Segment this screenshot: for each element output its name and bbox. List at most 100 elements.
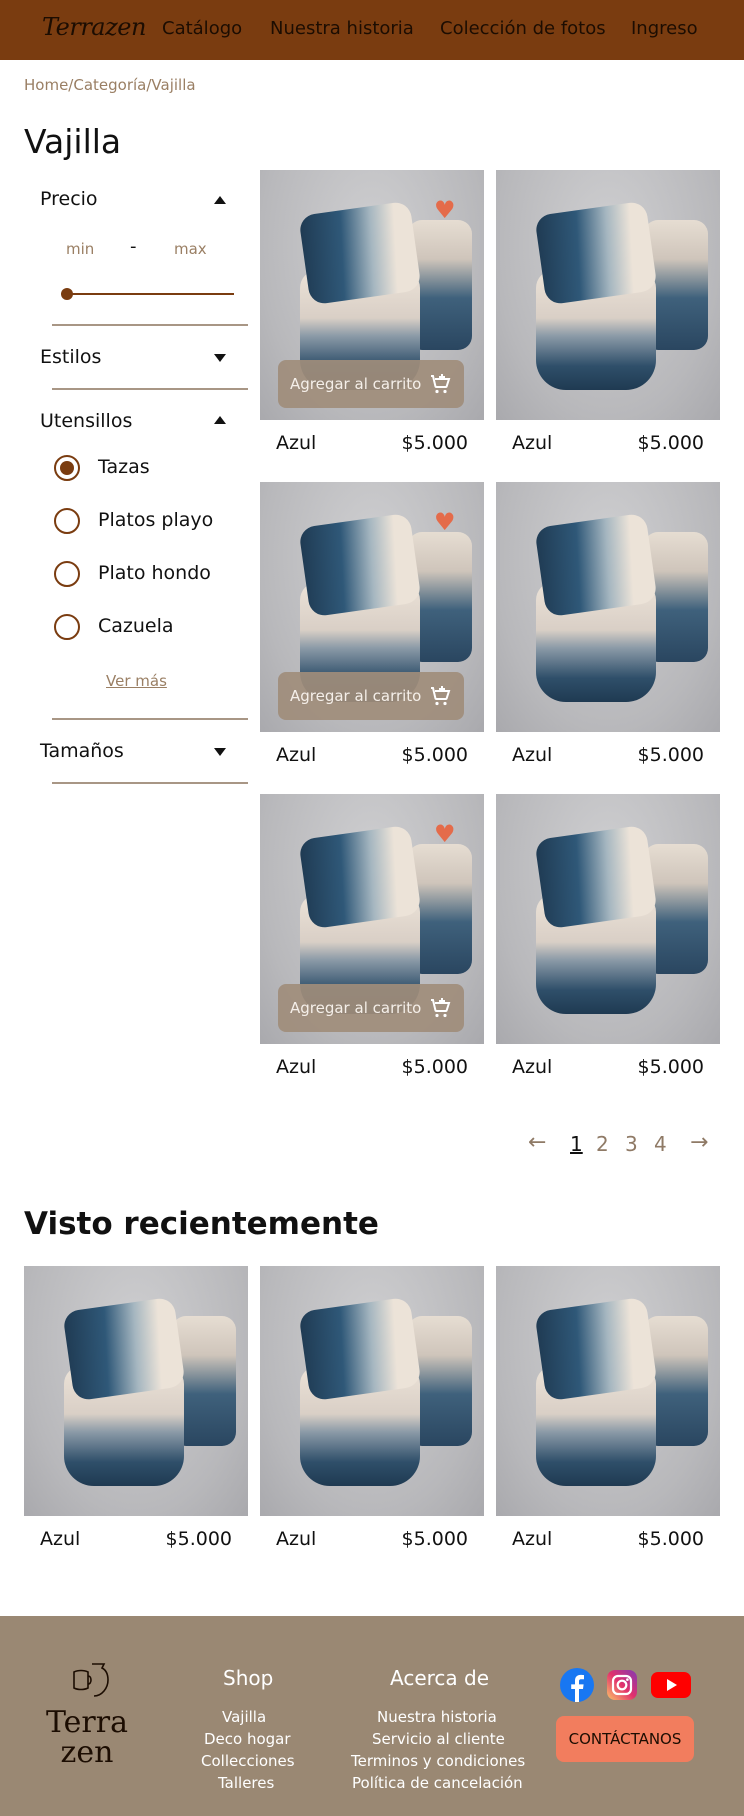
radio-platos-playo[interactable] (54, 508, 80, 534)
add-to-cart-label: Agregar al carrito (290, 375, 422, 393)
footer-link-cancelacion[interactable]: Política de cancelación (352, 1774, 523, 1792)
add-to-cart-button[interactable]: Agregar al carrito (278, 984, 464, 1032)
product-name: Azul (512, 432, 553, 454)
product-image[interactable] (496, 1266, 720, 1516)
favorite-heart-icon[interactable]: ♥ (434, 822, 456, 846)
brand-logo[interactable]: Terrazen (42, 13, 146, 41)
radio-label-platos-playo[interactable]: Platos playo (98, 509, 213, 531)
filter-sizes-header[interactable]: Tamaños (40, 740, 124, 762)
footer-link-vajilla[interactable]: Vajilla (222, 1708, 266, 1726)
filter-styles-header[interactable]: Estilos (40, 346, 101, 368)
page-link-2[interactable]: 2 (596, 1132, 609, 1156)
price-max-input[interactable]: max (174, 240, 207, 258)
add-to-cart-button[interactable]: Agregar al carrito (278, 360, 464, 408)
product-name: Azul (40, 1528, 81, 1550)
footer-link-terminos[interactable]: Terminos y condiciones (351, 1752, 525, 1770)
divider (52, 388, 248, 390)
radio-label-cazuela[interactable]: Cazuela (98, 615, 174, 637)
product-image[interactable]: ♥ Agregar al carrito (260, 794, 484, 1044)
page-link-1[interactable]: 1 (570, 1132, 583, 1156)
radio-label-tazas[interactable]: Tazas (98, 456, 150, 478)
footer-about-title: Acerca de (390, 1666, 490, 1690)
instagram-icon[interactable] (605, 1668, 639, 1702)
filter-utensils-header[interactable]: Utensillos (40, 410, 132, 432)
recent-product-card[interactable]: Azul $5.000 (24, 1266, 248, 1556)
radio-tazas[interactable] (54, 455, 80, 481)
footer-link-talleres[interactable]: Talleres (218, 1774, 274, 1792)
product-image[interactable] (260, 1266, 484, 1516)
top-navbar: Terrazen Catálogo Nuestra historia Colec… (0, 0, 744, 60)
price-slider-handle[interactable] (61, 288, 73, 300)
product-name: Azul (512, 744, 553, 766)
product-price: $5.000 (637, 1056, 704, 1078)
product-name: Azul (276, 432, 317, 454)
filter-price-header[interactable]: Precio (40, 188, 98, 210)
contact-button[interactable]: CONTÁCTANOS (556, 1716, 694, 1762)
product-image[interactable] (496, 482, 720, 732)
product-price: $5.000 (401, 432, 468, 454)
divider (52, 782, 248, 784)
chevron-down-icon[interactable] (214, 354, 226, 362)
product-name: Azul (512, 1528, 553, 1550)
product-image[interactable] (496, 170, 720, 420)
product-card[interactable]: Azul $5.000 (496, 482, 720, 772)
nav-catalogo[interactable]: Catálogo (162, 18, 242, 39)
product-price: $5.000 (401, 1056, 468, 1078)
footer: Terra zen Shop Vajilla Deco hogar Collec… (0, 1616, 744, 1816)
arrow-right-icon[interactable]: → (690, 1130, 708, 1155)
product-card[interactable]: ♥ Agregar al carrito Azul $5.000 (260, 170, 484, 460)
favorite-heart-icon[interactable]: ♥ (434, 198, 456, 222)
ver-mas-link[interactable]: Ver más (106, 672, 167, 690)
product-card[interactable]: ♥ Agregar al carrito Azul $5.000 (260, 482, 484, 772)
price-slider-track[interactable] (66, 293, 234, 295)
footer-link-deco-hogar[interactable]: Deco hogar (204, 1730, 291, 1748)
add-to-cart-label: Agregar al carrito (290, 687, 422, 705)
recent-product-card[interactable]: Azul $5.000 (260, 1266, 484, 1556)
product-card[interactable]: ♥ Agregar al carrito Azul $5.000 (260, 794, 484, 1084)
chevron-up-icon[interactable] (214, 196, 226, 204)
recent-section-title: Visto recientemente (24, 1206, 379, 1242)
product-price: $5.000 (401, 744, 468, 766)
footer-link-servicio-cliente[interactable]: Servicio al cliente (372, 1730, 505, 1748)
product-price: $5.000 (401, 1528, 468, 1550)
product-name: Azul (276, 1056, 317, 1078)
price-range-separator: - (130, 236, 137, 257)
price-min-input[interactable]: min (66, 240, 94, 258)
product-name: Azul (276, 1528, 317, 1550)
cart-icon (431, 374, 451, 394)
radio-plato-hondo[interactable] (54, 561, 80, 587)
footer-logo[interactable]: Terra zen (44, 1708, 130, 1768)
add-to-cart-button[interactable]: Agregar al carrito (278, 672, 464, 720)
page-link-3[interactable]: 3 (625, 1132, 638, 1156)
recent-product-card[interactable]: Azul $5.000 (496, 1266, 720, 1556)
chevron-up-icon[interactable] (214, 416, 226, 424)
product-image[interactable] (496, 794, 720, 1044)
footer-link-nuestra-historia[interactable]: Nuestra historia (377, 1708, 497, 1726)
breadcrumb[interactable]: Home/Categoría/Vajilla (24, 76, 196, 94)
favorite-heart-icon[interactable]: ♥ (434, 510, 456, 534)
product-price: $5.000 (637, 1528, 704, 1550)
product-image[interactable] (24, 1266, 248, 1516)
youtube-icon[interactable] (650, 1668, 692, 1702)
footer-shop-title: Shop (223, 1666, 274, 1690)
product-price: $5.000 (637, 744, 704, 766)
product-card[interactable]: Azul $5.000 (496, 794, 720, 1084)
product-image[interactable]: ♥ Agregar al carrito (260, 170, 484, 420)
product-name: Azul (276, 744, 317, 766)
facebook-icon[interactable] (560, 1668, 594, 1702)
page-title: Vajilla (24, 122, 122, 161)
cart-icon (431, 998, 451, 1018)
nav-coleccion-fotos[interactable]: Colección de fotos (440, 18, 606, 39)
nav-nuestra-historia[interactable]: Nuestra historia (270, 18, 414, 39)
radio-label-plato-hondo[interactable]: Plato hondo (98, 562, 211, 584)
nav-ingreso[interactable]: Ingreso (631, 18, 698, 39)
pottery-logo-icon (73, 1663, 109, 1697)
footer-logo-line1: Terra (45, 1705, 128, 1740)
page-link-4[interactable]: 4 (654, 1132, 667, 1156)
product-image[interactable]: ♥ Agregar al carrito (260, 482, 484, 732)
product-card[interactable]: Azul $5.000 (496, 170, 720, 460)
radio-cazuela[interactable] (54, 614, 80, 640)
chevron-down-icon[interactable] (214, 748, 226, 756)
footer-link-collecciones[interactable]: Collecciones (201, 1752, 295, 1770)
arrow-left-icon[interactable]: ← (528, 1130, 546, 1155)
